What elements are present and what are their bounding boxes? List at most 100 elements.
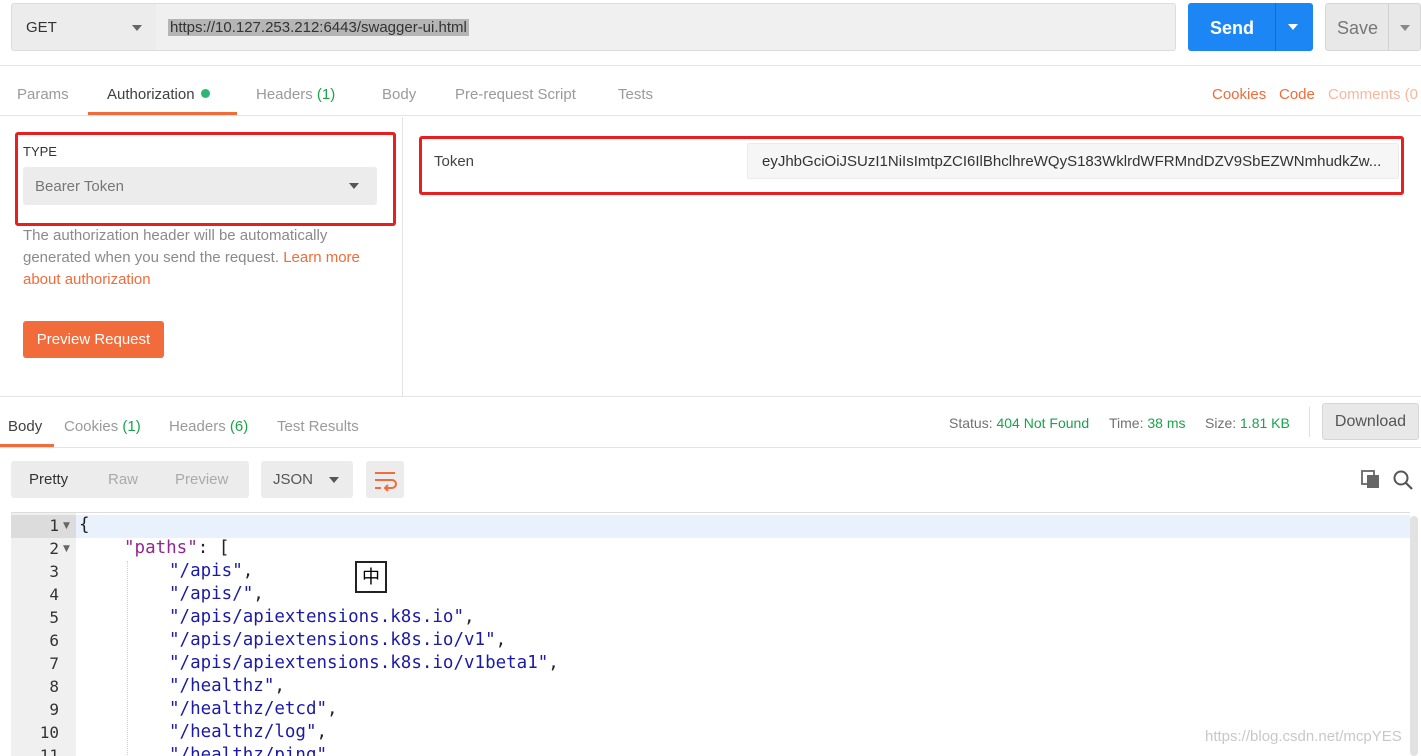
save-options-chevron-icon[interactable] — [1400, 25, 1410, 31]
code-line: "/apis/apiextensions.k8s.io", — [169, 607, 475, 627]
time-label: Time: — [1109, 415, 1144, 431]
wrap-lines-icon — [375, 472, 397, 492]
json-string: "/healthz" — [169, 676, 275, 696]
json-punctuation: , — [327, 745, 338, 756]
line-number: 5 — [49, 608, 59, 627]
size-value: 1.81 KB — [1240, 415, 1290, 431]
tab-prerequest-script[interactable]: Pre-request Script — [455, 86, 576, 103]
response-tab-test-results[interactable]: Test Results — [277, 418, 359, 435]
line-number: 2 — [49, 539, 59, 558]
response-tab-cookies[interactable]: Cookies (1) — [64, 418, 141, 435]
response-tab-cookies-label: Cookies — [64, 418, 119, 435]
highlight-box-type — [15, 132, 396, 226]
response-tabs: Body Cookies (1) Headers (6) Test Result… — [0, 397, 1421, 448]
code-line: { — [79, 515, 90, 535]
status-readout: Status: 404 Not Found — [949, 415, 1089, 431]
search-icon[interactable] — [1392, 469, 1414, 491]
wrap-lines-button[interactable] — [366, 461, 404, 498]
indent-guide — [127, 561, 128, 756]
view-raw-button[interactable]: Raw — [108, 471, 138, 488]
save-label: Save — [1337, 18, 1379, 38]
send-options-chevron-icon[interactable] — [1288, 24, 1298, 30]
active-tab-underline — [88, 112, 237, 115]
code-line: "/apis", — [169, 561, 253, 581]
json-punctuation: , — [327, 699, 338, 719]
request-tabs: Params Authorization Headers (1) Body Pr… — [0, 66, 1421, 116]
response-body-editor[interactable]: 1 ▼ 2 ▼ 3 4 5 6 7 8 9 10 11 { "paths": [… — [11, 512, 1410, 756]
chevron-down-icon — [329, 477, 339, 483]
code-line: "/healthz/ping", — [169, 745, 338, 756]
line-number: 9 — [49, 700, 59, 719]
line-number: 3 — [49, 562, 59, 581]
json-string: "/apis" — [169, 561, 243, 581]
json-string: "/healthz/etcd" — [169, 699, 328, 719]
code-line: "/apis/", — [169, 584, 264, 604]
json-punctuation: , — [316, 722, 328, 742]
size-label: Size: — [1205, 415, 1237, 431]
save-divider — [1388, 4, 1389, 50]
code-line: "/apis/apiextensions.k8s.io/v1", — [169, 630, 506, 650]
line-number: 1 — [49, 516, 59, 535]
json-punctuation: , — [253, 584, 264, 604]
format-select[interactable]: JSON — [261, 461, 353, 498]
preview-request-button[interactable]: Preview Request — [23, 321, 164, 358]
copy-icon[interactable] — [1361, 470, 1381, 490]
send-button[interactable]: Send — [1188, 3, 1313, 51]
save-button[interactable]: Save — [1325, 3, 1421, 51]
chevron-down-icon — [132, 25, 142, 31]
json-punctuation: , — [548, 653, 559, 673]
tab-params[interactable]: Params — [17, 86, 69, 103]
active-indicator-dot-icon — [200, 89, 210, 98]
comments-link[interactable]: Comments (0 — [1328, 86, 1418, 103]
code-line: "/healthz", — [169, 676, 285, 696]
code-line: "paths": [ — [124, 538, 229, 558]
status-value: 404 Not Found — [996, 415, 1090, 431]
line-number: 10 — [39, 723, 59, 742]
size-readout: Size: 1.81 KB — [1205, 415, 1290, 431]
tab-authorization[interactable]: Authorization — [107, 86, 210, 103]
response-tab-cookies-count: (1) — [122, 418, 141, 435]
auth-description: The authorization header will be automat… — [23, 225, 363, 291]
code-line: "/apis/apiextensions.k8s.io/v1beta1", — [169, 653, 559, 673]
response-tab-body[interactable]: Body — [8, 418, 42, 435]
response-tab-headers[interactable]: Headers (6) — [169, 418, 248, 435]
code-line: "/healthz/log", — [169, 722, 327, 742]
json-punctuation: , — [274, 676, 285, 696]
response-tab-headers-label: Headers — [169, 418, 226, 435]
time-value: 38 ms — [1147, 415, 1186, 431]
editor-scrollbar[interactable] — [1410, 516, 1418, 756]
tab-tests[interactable]: Tests — [618, 86, 653, 103]
line-number: 8 — [49, 677, 59, 696]
method-select[interactable]: GET — [11, 3, 157, 51]
tab-body[interactable]: Body — [382, 86, 416, 103]
json-string: "/apis/apiextensions.k8s.io" — [169, 607, 465, 627]
format-value: JSON — [273, 471, 314, 488]
line-number: 11 — [39, 746, 59, 756]
json-string: "/apis/apiextensions.k8s.io/v1" — [169, 630, 496, 650]
time-readout: Time: 38 ms — [1109, 415, 1186, 431]
json-string: "/healthz/ping" — [169, 745, 328, 756]
highlight-box-token — [419, 136, 1404, 195]
active-response-tab-underline — [0, 444, 54, 447]
line-number: 6 — [49, 631, 59, 650]
json-punctuation: : [ — [197, 538, 230, 558]
fold-arrow-icon[interactable]: ▼ — [63, 544, 70, 554]
fold-arrow-icon[interactable]: ▼ — [63, 521, 70, 531]
url-input[interactable]: https://10.127.253.212:6443/swagger-ui.h… — [156, 3, 1176, 51]
tab-headers-label: Headers — [256, 86, 313, 103]
json-string: "/apis/" — [169, 584, 254, 604]
cookies-link[interactable]: Cookies — [1212, 86, 1266, 103]
code-link[interactable]: Code — [1279, 86, 1315, 103]
toolbar-divider — [1309, 407, 1310, 437]
download-button[interactable]: Download — [1322, 403, 1419, 440]
send-divider — [1275, 3, 1276, 51]
send-label: Send — [1210, 18, 1255, 38]
method-label: GET — [26, 19, 57, 36]
tab-headers[interactable]: Headers (1) — [256, 86, 335, 103]
tab-authorization-label: Authorization — [107, 86, 195, 103]
status-label: Status: — [949, 415, 993, 431]
auth-description-text: The authorization header will be automat… — [23, 227, 328, 266]
json-string: "/healthz/log" — [169, 722, 317, 742]
view-preview-button[interactable]: Preview — [175, 471, 228, 488]
view-pretty-button[interactable]: Pretty — [29, 471, 68, 488]
